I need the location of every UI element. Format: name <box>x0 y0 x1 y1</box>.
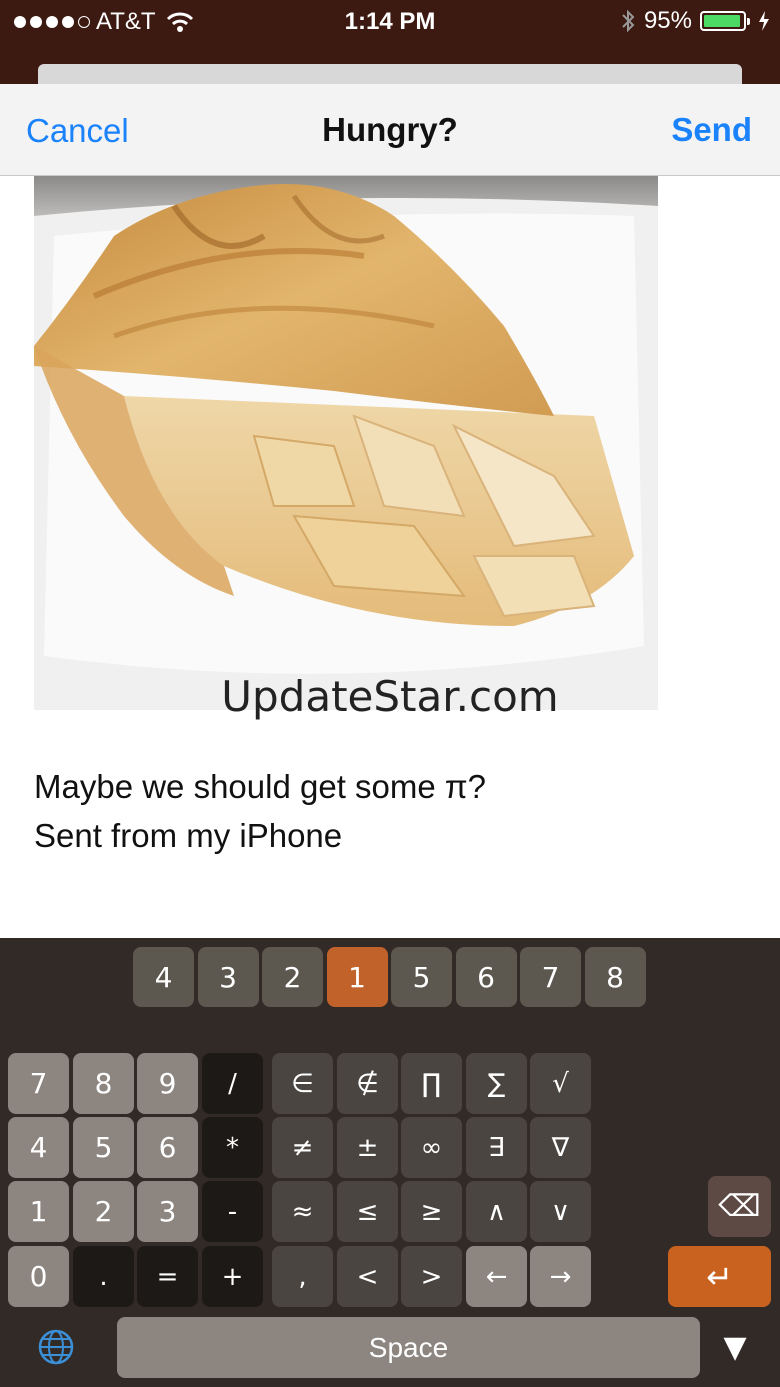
keyboard-key[interactable]: ≥ <box>401 1181 462 1242</box>
keyboard-key[interactable]: 9 <box>137 1053 198 1114</box>
keyboard-key[interactable]: = <box>137 1246 198 1307</box>
cancel-button[interactable]: Cancel <box>26 112 129 150</box>
keyboard-key[interactable]: ± <box>337 1117 398 1178</box>
keyboard-key[interactable]: 0 <box>8 1246 69 1307</box>
keyboard-key[interactable]: ∉ <box>337 1053 398 1114</box>
apple-pie-image <box>34 176 658 710</box>
delete-key[interactable]: ⌫ <box>708 1176 771 1237</box>
keyboard-key[interactable]: √ <box>530 1053 591 1114</box>
keyboard-key[interactable]: ≈ <box>272 1181 333 1242</box>
keyboard-page-tab[interactable]: 6 <box>455 947 517 1007</box>
keyboard-key[interactable]: ∇ <box>530 1117 591 1178</box>
keyboard-key[interactable]: 3 <box>137 1181 198 1242</box>
send-button[interactable]: Send <box>671 111 752 149</box>
keyboard-key[interactable]: > <box>401 1246 462 1307</box>
keyboard-key[interactable]: ∨ <box>530 1181 591 1242</box>
keyboard-key[interactable]: , <box>272 1246 333 1307</box>
keyboard-key[interactable]: ∧ <box>466 1181 527 1242</box>
keyboard-key[interactable]: 7 <box>8 1053 69 1114</box>
compose-nav-bar: Cancel Hungry? Send <box>0 84 780 176</box>
keyboard-key[interactable]: ≤ <box>337 1181 398 1242</box>
keyboard-page-tab[interactable]: 5 <box>391 947 452 1007</box>
keyboard-key[interactable]: ∏ <box>401 1053 462 1114</box>
battery-percent: 95% <box>643 7 692 34</box>
keyboard-key[interactable]: + <box>202 1246 263 1307</box>
keyboard-page-tab[interactable]: 7 <box>520 947 581 1007</box>
keyboard-key[interactable]: ∑ <box>466 1053 527 1114</box>
keyboard-key[interactable]: 2 <box>73 1181 134 1242</box>
keyboard-key[interactable]: 5 <box>73 1117 134 1178</box>
battery-icon <box>700 11 750 31</box>
charging-icon <box>759 11 769 31</box>
keyboard-page-tab[interactable]: 2 <box>262 947 323 1007</box>
space-key[interactable]: Space <box>117 1317 700 1378</box>
keyboard-key[interactable]: ∞ <box>401 1117 462 1178</box>
globe-icon[interactable] <box>30 1319 82 1375</box>
keyboard-key[interactable]: ← <box>466 1246 527 1307</box>
keyboard-key[interactable]: / <box>202 1053 263 1114</box>
keyboard-page-tab[interactable]: 1 <box>326 947 388 1007</box>
keyboard-page-tab[interactable]: 3 <box>197 947 259 1007</box>
keyboard-page-tab[interactable]: 4 <box>133 947 194 1007</box>
bluetooth-icon <box>622 9 635 33</box>
status-right: 95% <box>620 6 770 36</box>
keyboard-key[interactable]: ∃ <box>466 1117 527 1178</box>
keyboard-key[interactable]: 6 <box>137 1117 198 1178</box>
math-keyboard: 43215678 7 8 9/∈ ∉ ∏ ∑ √ 4 5 6 * ≠ ± ∞ ∃ ∇ 1 2 3- ≈ ≤ ≥ ∧ ∨ 0. = +… <box>0 938 780 1387</box>
keyboard-key[interactable]: * <box>202 1117 263 1178</box>
keyboard-key[interactable]: → <box>530 1246 591 1307</box>
message-line[interactable]: Maybe we should get some π? <box>34 768 486 806</box>
watermark-text: UpdateStar.com <box>221 672 559 721</box>
signature-line[interactable]: Sent from my iPhone <box>34 817 342 855</box>
hide-keyboard-key[interactable]: ▼ <box>706 1319 764 1375</box>
keyboard-key[interactable]: ≠ <box>272 1117 333 1178</box>
keyboard-key[interactable]: < <box>337 1246 398 1307</box>
keyboard-key[interactable]: 4 <box>8 1117 69 1178</box>
keyboard-key[interactable]: . <box>73 1246 134 1307</box>
battery-fill <box>704 15 741 27</box>
keyboard-key[interactable]: - <box>202 1181 263 1242</box>
keyboard-page-tab[interactable]: 8 <box>584 947 646 1007</box>
keyboard-key[interactable]: 8 <box>73 1053 134 1114</box>
return-key[interactable]: ↵ <box>668 1246 771 1307</box>
keyboard-key[interactable]: ∈ <box>272 1053 333 1114</box>
pie-illustration <box>34 176 658 710</box>
keyboard-key[interactable]: 1 <box>8 1181 69 1242</box>
